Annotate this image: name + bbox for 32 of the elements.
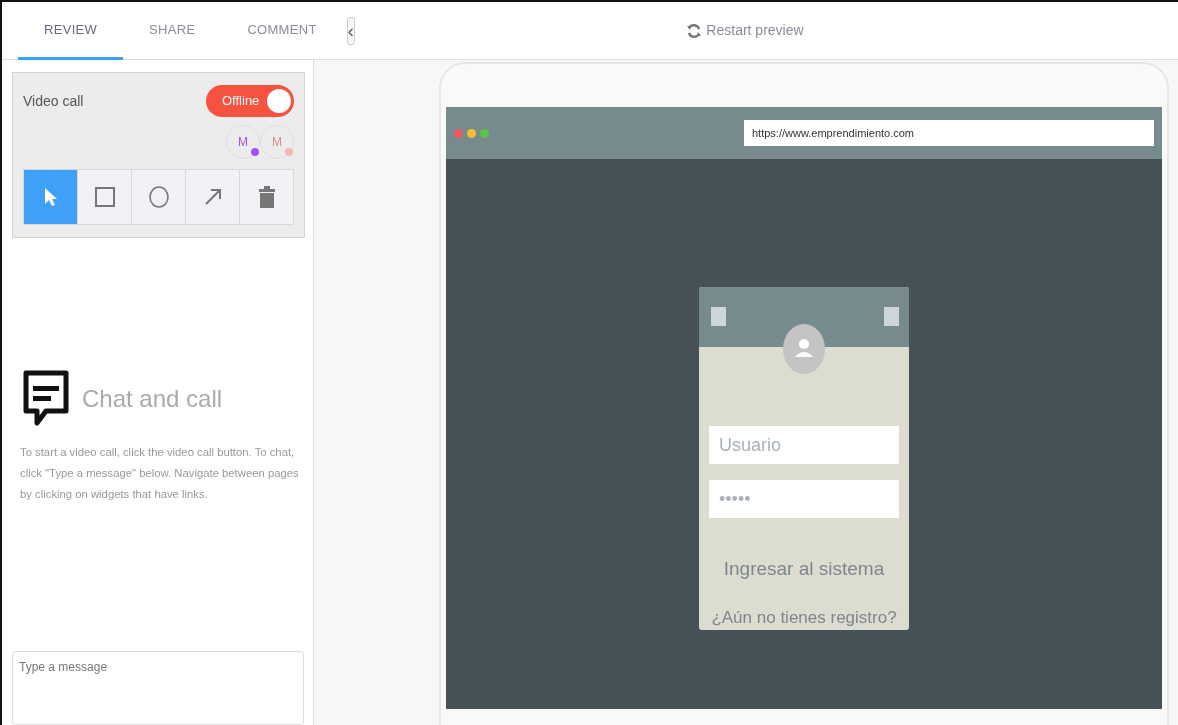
window-dot xyxy=(480,128,489,138)
password-field[interactable]: ••••• xyxy=(709,480,899,518)
message-field[interactable]: Type a message xyxy=(12,651,304,725)
circle-icon xyxy=(148,186,169,208)
register-link[interactable]: ¿Aún no tienes registro? xyxy=(699,604,909,630)
square-icon xyxy=(711,307,726,326)
username-field[interactable]: Usuario xyxy=(709,426,899,464)
user-avatar-icon xyxy=(783,323,825,375)
video-call-label: Video call xyxy=(23,91,84,111)
rectangle-tool-button[interactable] xyxy=(78,170,132,224)
chat-title: Chat and call xyxy=(82,384,223,414)
window-dot xyxy=(454,128,463,138)
circle-tool-button[interactable] xyxy=(132,170,186,224)
rectangle-icon xyxy=(94,187,115,207)
chat-instructions: To start a video call, click the video call button. To chat, click "Type a message" below. Navigate between pages by clicking on widgets that have links. xyxy=(19,445,300,502)
tab[interactable]: REVIEW xyxy=(18,2,124,60)
square-icon xyxy=(884,307,899,326)
chat-icon xyxy=(22,370,70,428)
trash-icon xyxy=(258,186,275,208)
arrow-icon xyxy=(203,188,222,206)
pointer-tool-button[interactable] xyxy=(24,170,78,224)
pointer-icon xyxy=(43,187,58,207)
tab[interactable]: COMMENT xyxy=(221,2,343,60)
window-dot xyxy=(467,128,476,138)
url-field[interactable]: https://www.emprendimiento.com xyxy=(744,120,1154,146)
tab[interactable]: SHARE xyxy=(123,2,222,60)
refresh-icon xyxy=(686,22,703,39)
status-toggle[interactable]: Offline xyxy=(206,85,294,117)
login-button[interactable]: Ingresar al sistema xyxy=(699,554,909,585)
trash-tool-button[interactable] xyxy=(240,170,293,224)
arrow-tool-button[interactable] xyxy=(186,170,240,224)
collapse-button[interactable]: ‹ xyxy=(346,16,355,45)
